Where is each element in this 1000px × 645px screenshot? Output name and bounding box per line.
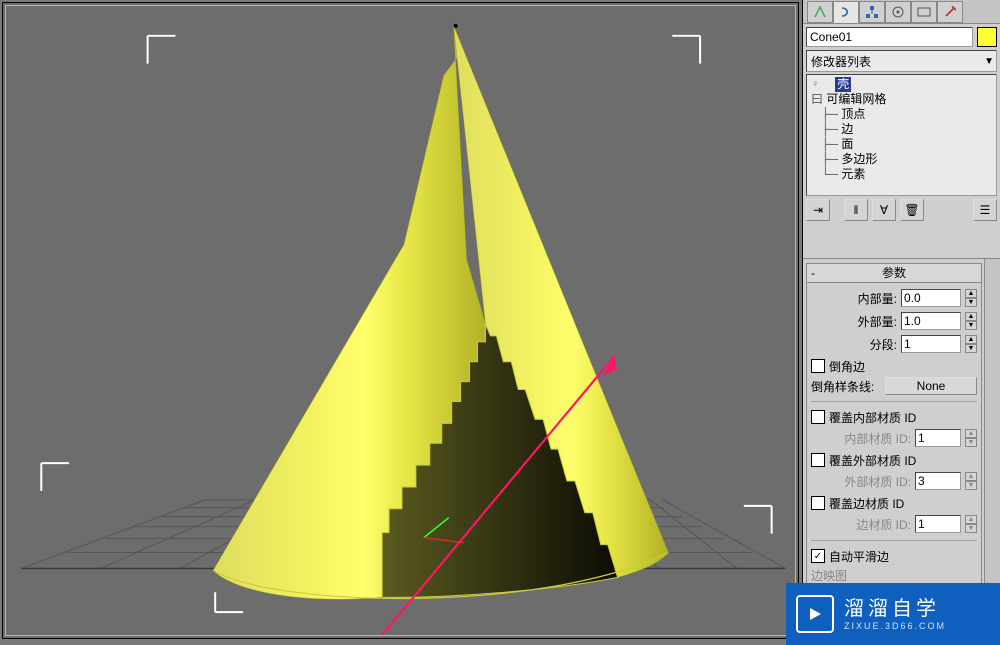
- stack-sub-element[interactable]: 元素: [841, 167, 865, 182]
- edge-map-label: 边映图: [811, 567, 847, 584]
- stack-item-editable-mesh[interactable]: 可编辑网格: [826, 92, 886, 107]
- stack-sub-edge[interactable]: 边: [841, 122, 853, 137]
- outer-id-input[interactable]: [915, 472, 961, 490]
- stack-sub-face[interactable]: 面: [841, 137, 853, 152]
- viewport[interactable]: [2, 2, 799, 639]
- rollout-parameters: - 参数 内部量: ▲▼ 外部量: ▲▼: [806, 263, 982, 592]
- inner-id-input[interactable]: [915, 429, 961, 447]
- segments-input[interactable]: [901, 335, 961, 353]
- collapse-icon: -: [811, 264, 815, 282]
- tab-create[interactable]: [807, 1, 833, 23]
- bevel-edges-label: 倒角边: [829, 358, 865, 375]
- tab-modify[interactable]: [833, 1, 859, 23]
- outer-amount-label: 外部量:: [841, 313, 897, 330]
- tab-motion[interactable]: [885, 1, 911, 23]
- override-outer-id-label: 覆盖外部材质 ID: [829, 452, 916, 469]
- pin-stack-button[interactable]: ⇥: [806, 199, 830, 221]
- outer-id-label: 外部材质 ID:: [823, 473, 911, 490]
- outer-id-spinner[interactable]: ▲▼: [965, 472, 977, 490]
- bevel-edges-checkbox[interactable]: [811, 359, 825, 373]
- stack-item-shell[interactable]: 壳: [835, 77, 851, 92]
- stack-sub-vertex[interactable]: 顶点: [841, 107, 865, 122]
- override-outer-id-checkbox[interactable]: [811, 453, 825, 467]
- override-edge-id-checkbox[interactable]: [811, 496, 825, 510]
- outer-amount-spinner[interactable]: ▲▼: [965, 312, 977, 330]
- make-unique-button[interactable]: ∀: [872, 199, 896, 221]
- inner-amount-spinner[interactable]: ▲▼: [965, 289, 977, 307]
- override-inner-id-label: 覆盖内部材质 ID: [829, 409, 916, 426]
- rollout-header[interactable]: - 参数: [807, 264, 981, 283]
- override-inner-id-checkbox[interactable]: [811, 410, 825, 424]
- segments-spinner[interactable]: ▲▼: [965, 335, 977, 353]
- autosmooth-label: 自动平滑边: [829, 548, 889, 565]
- rollout-area: - 参数 内部量: ▲▼ 外部量: ▲▼: [803, 258, 1000, 645]
- panel-tab-row: [803, 0, 1000, 24]
- bevel-spline-pick-button[interactable]: None: [885, 377, 977, 395]
- modifier-stack[interactable]: ♀ 壳 曰 可编辑网格 ├─ 顶点 ├─ 边 ├─ 面 ├─ 多边形 └─ 元素: [806, 74, 997, 196]
- modifier-list-label: 修改器列表: [811, 53, 871, 70]
- lightbulb-icon: ♀: [811, 77, 819, 92]
- modifier-list-dropdown[interactable]: 修改器列表 ▼: [806, 50, 997, 72]
- stack-sub-polygon[interactable]: 多边形: [841, 152, 877, 167]
- tab-hierarchy[interactable]: [859, 1, 885, 23]
- modifier-stack-tools: ⇥ ‖ ∀ 🗑 ☰: [806, 200, 997, 220]
- edge-id-spinner[interactable]: ▲▼: [965, 515, 977, 533]
- object-color-swatch[interactable]: [977, 27, 997, 47]
- show-end-result-button[interactable]: ‖: [844, 199, 868, 221]
- annotation-arrow-head: [603, 356, 617, 376]
- tab-display[interactable]: [911, 1, 937, 23]
- chevron-down-icon: ▼: [984, 56, 994, 67]
- inner-id-spinner[interactable]: ▲▼: [965, 429, 977, 447]
- bevel-spline-label: 倒角样条线:: [811, 378, 881, 395]
- command-panel: 修改器列表 ▼ ♀ 壳 曰 可编辑网格 ├─ 顶点 ├─ 边 ├─ 面 ├─ 多…: [802, 0, 1000, 645]
- override-edge-id-label: 覆盖边材质 ID: [829, 495, 904, 512]
- rollout-scrollbar[interactable]: [984, 259, 1000, 645]
- tab-utilities[interactable]: [937, 1, 963, 23]
- configure-sets-button[interactable]: ☰: [973, 199, 997, 221]
- outer-amount-input[interactable]: [901, 312, 961, 330]
- remove-modifier-button[interactable]: 🗑: [900, 199, 924, 221]
- inner-id-label: 内部材质 ID:: [823, 430, 911, 447]
- inner-amount-label: 内部量:: [841, 290, 897, 307]
- rollout-title: 参数: [882, 266, 906, 280]
- segments-label: 分段:: [841, 336, 897, 353]
- edge-id-input[interactable]: [915, 515, 961, 533]
- edge-id-label: 边材质 ID:: [823, 516, 911, 533]
- autosmooth-checkbox[interactable]: [811, 549, 825, 563]
- scene: [6, 6, 795, 635]
- object-name-input[interactable]: [806, 27, 973, 47]
- inner-amount-input[interactable]: [901, 289, 961, 307]
